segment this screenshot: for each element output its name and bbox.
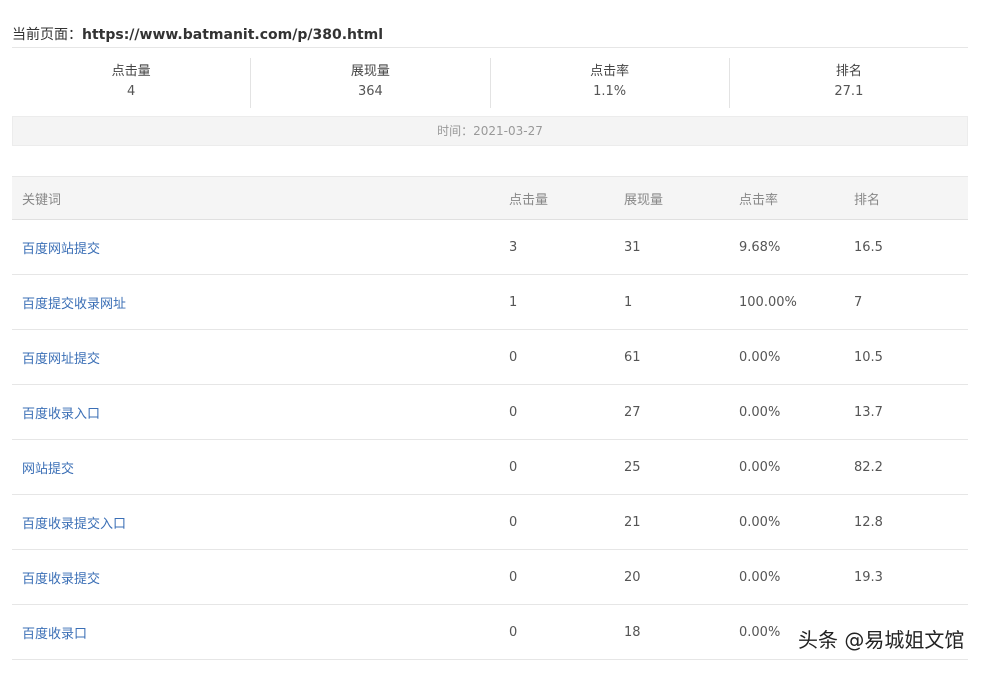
cell-ctr: 0.00%: [739, 404, 781, 420]
cell-impressions: 21: [624, 514, 641, 530]
header-clicks[interactable]: 点击量: [509, 177, 624, 220]
current-page-url[interactable]: https://www.batmanit.com/p/380.html: [82, 27, 383, 43]
stat-ctr: 点击率 1.1%: [491, 58, 730, 108]
table-row: 百度网站提交 3 31 9.68% 16.5: [12, 220, 968, 275]
keyword-link[interactable]: 百度收录提交入口: [22, 517, 126, 532]
stat-value: 27.1: [834, 84, 864, 99]
cell-ctr: 100.00%: [739, 294, 797, 310]
cell-clicks: 0: [509, 514, 518, 530]
cell-rank: 82.2: [854, 459, 883, 475]
header-keyword[interactable]: 关键词: [12, 177, 509, 220]
table-row: 百度收录提交入口 0 21 0.00% 12.8: [12, 495, 968, 550]
summary-stats: 点击量 4 展现量 364 点击率 1.1% 排名 27.1: [12, 58, 968, 108]
keyword-table: 关键词 点击量 展现量 点击率 排名 百度网站提交 3 31 9.68% 16.…: [12, 176, 968, 660]
keyword-link[interactable]: 百度网站提交: [22, 242, 100, 257]
cell-clicks: 0: [509, 569, 518, 585]
cell-clicks: 3: [509, 239, 518, 255]
cell-clicks: 1: [509, 294, 518, 310]
header-ctr[interactable]: 点击率: [739, 177, 854, 220]
cell-ctr: 0.00%: [739, 569, 781, 585]
cell-ctr: 0.00%: [739, 349, 781, 365]
cell-ctr: 0.00%: [739, 514, 781, 530]
cell-impressions: 27: [624, 404, 641, 420]
current-page-label: 当前页面：: [12, 27, 82, 43]
table-row: 网站提交 0 25 0.00% 82.2: [12, 440, 968, 495]
stat-rank: 排名 27.1: [730, 58, 968, 108]
cell-ctr: 9.68%: [739, 239, 781, 255]
cell-impressions: 31: [624, 239, 641, 255]
table-row: 百度收录入口 0 27 0.00% 13.7: [12, 385, 968, 440]
cell-impressions: 1: [624, 294, 633, 310]
keyword-link[interactable]: 百度收录入口: [22, 407, 100, 422]
cell-impressions: 18: [624, 624, 641, 640]
cell-rank: 13.7: [854, 404, 883, 420]
stat-value: 1.1%: [593, 84, 627, 99]
cell-clicks: 0: [509, 404, 518, 420]
stat-label: 点击量: [111, 64, 151, 79]
table-row: 百度网址提交 0 61 0.00% 10.5: [12, 330, 968, 385]
stat-impressions: 展现量 364: [251, 58, 491, 108]
table-row: 百度收录提交 0 20 0.00% 19.3: [12, 550, 968, 605]
cell-rank: 7: [854, 294, 863, 310]
cell-rank: 10.5: [854, 349, 883, 365]
stat-label: 展现量: [350, 64, 390, 79]
stat-clicks: 点击量 4: [12, 58, 252, 108]
cell-ctr: 0.00%: [739, 459, 781, 475]
keyword-link[interactable]: 百度收录提交: [22, 572, 100, 587]
cell-impressions: 61: [624, 349, 641, 365]
header-rank[interactable]: 排名: [854, 177, 968, 220]
table-header-row: 关键词 点击量 展现量 点击率 排名: [12, 176, 968, 220]
stat-value: 4: [126, 84, 136, 99]
header-impressions[interactable]: 展现量: [624, 177, 739, 220]
cell-clicks: 0: [509, 349, 518, 365]
cell-rank: 12.8: [854, 514, 883, 530]
keyword-link[interactable]: 百度收录口: [22, 627, 87, 642]
cell-rank: 16.5: [854, 239, 883, 255]
cell-impressions: 20: [624, 569, 641, 585]
keyword-link[interactable]: 百度网址提交: [22, 352, 100, 367]
stat-label: 排名: [835, 64, 862, 79]
cell-clicks: 0: [509, 624, 518, 640]
watermark: 头条 @易城姐文馆: [798, 628, 965, 652]
current-page-bar: 当前页面：https://www.batmanit.com/p/380.html: [12, 24, 968, 48]
cell-rank: 19.3: [854, 569, 883, 585]
cell-clicks: 0: [509, 459, 518, 475]
keyword-link[interactable]: 网站提交: [22, 462, 74, 477]
time-bar: 时间：2021-03-27: [12, 116, 968, 146]
keyword-link[interactable]: 百度提交收录网址: [22, 297, 126, 312]
cell-impressions: 25: [624, 459, 641, 475]
stat-label: 点击率: [590, 64, 630, 79]
stat-value: 364: [357, 84, 383, 99]
table-row: 百度提交收录网址 1 1 100.00% 7: [12, 275, 968, 330]
